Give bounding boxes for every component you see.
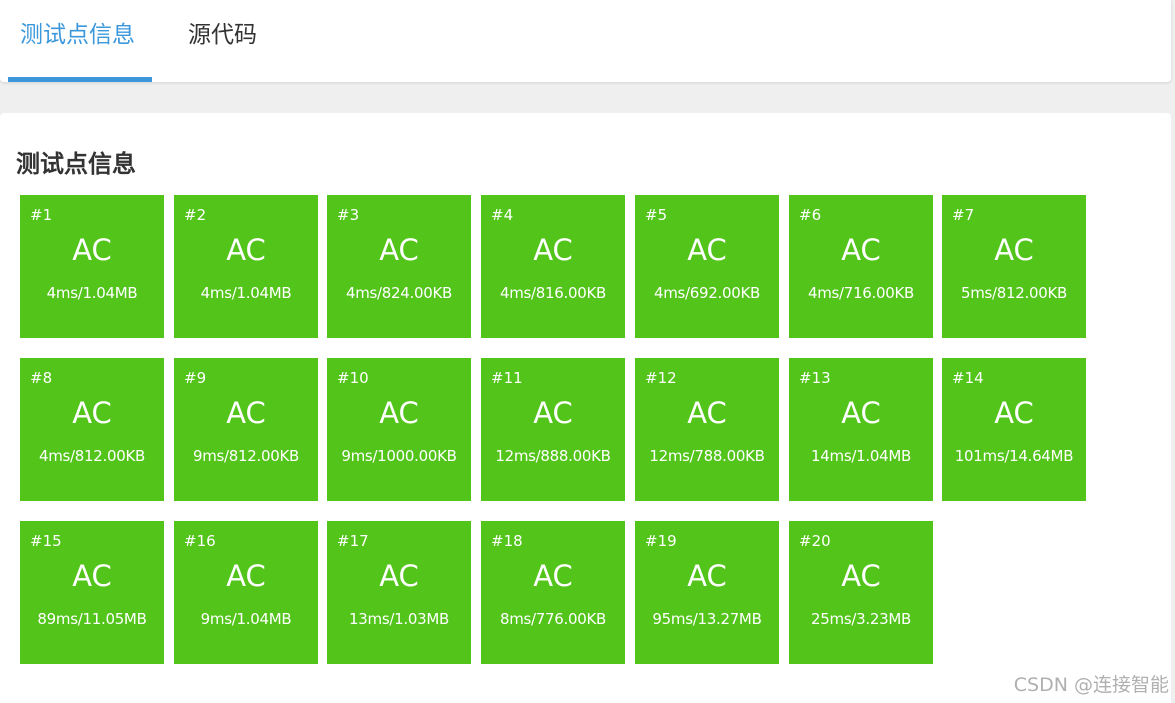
testcase-status: AC	[687, 396, 727, 430]
testcase-status: AC	[841, 233, 881, 267]
testcase-tile[interactable]: #20 AC 25ms/3.23MB	[789, 521, 933, 664]
tab-source-code[interactable]: 源代码	[188, 0, 257, 82]
testcase-tile[interactable]: #2 AC 4ms/1.04MB	[174, 195, 318, 338]
testcase-status: AC	[533, 233, 573, 267]
testcase-tile[interactable]: #4 AC 4ms/816.00KB	[481, 195, 625, 338]
testcase-status: AC	[379, 233, 419, 267]
testcase-id: #17	[337, 532, 369, 550]
testcase-id: #18	[491, 532, 523, 550]
testcase-id: #6	[799, 206, 822, 224]
testcase-status: AC	[72, 396, 112, 430]
testcase-metrics: 12ms/788.00KB	[649, 447, 765, 465]
testcase-status: AC	[533, 559, 573, 593]
testcase-tile[interactable]: #1 AC 4ms/1.04MB	[20, 195, 164, 338]
testcase-id: #1	[30, 206, 53, 224]
testcase-metrics: 25ms/3.23MB	[811, 610, 911, 628]
testcase-metrics: 4ms/816.00KB	[499, 284, 607, 302]
watermark: CSDN @连接智能	[1013, 674, 1169, 696]
testcase-tile[interactable]: #10 AC 9ms/1000.00KB	[327, 358, 471, 501]
testcase-metrics: 89ms/11.05MB	[37, 610, 147, 628]
testcase-metrics: 12ms/888.00KB	[495, 447, 611, 465]
tab-test-points[interactable]: 测试点信息	[20, 0, 135, 82]
testcase-id: #7	[952, 206, 975, 224]
testcase-metrics: 5ms/812.00KB	[960, 284, 1068, 302]
testcase-id: #13	[799, 369, 831, 387]
testcase-status: AC	[226, 233, 266, 267]
testcase-tile[interactable]: #6 AC 4ms/716.00KB	[789, 195, 933, 338]
testcase-tile[interactable]: #9 AC 9ms/812.00KB	[174, 358, 318, 501]
testcase-id: #9	[184, 369, 207, 387]
testcase-id: #19	[645, 532, 677, 550]
testcase-id: #4	[491, 206, 514, 224]
testcase-metrics: 9ms/812.00KB	[192, 447, 300, 465]
testcase-tile[interactable]: #3 AC 4ms/824.00KB	[327, 195, 471, 338]
testcase-tile[interactable]: #17 AC 13ms/1.03MB	[327, 521, 471, 664]
testcase-metrics: 4ms/716.00KB	[807, 284, 915, 302]
testcase-id: #8	[30, 369, 53, 387]
testcase-id: #3	[337, 206, 360, 224]
testcase-tile[interactable]: #13 AC 14ms/1.04MB	[789, 358, 933, 501]
section-title: 测试点信息	[16, 150, 136, 178]
testcase-metrics: 95ms/13.27MB	[652, 610, 762, 628]
testcase-status: AC	[841, 559, 881, 593]
testcase-metrics: 4ms/1.04MB	[46, 284, 138, 302]
testcase-status: AC	[687, 233, 727, 267]
testcase-metrics: 13ms/1.03MB	[349, 610, 449, 628]
testcase-id: #16	[184, 532, 216, 550]
testcase-tile[interactable]: #5 AC 4ms/692.00KB	[635, 195, 779, 338]
testcase-metrics: 4ms/812.00KB	[38, 447, 146, 465]
testcase-tile[interactable]: #7 AC 5ms/812.00KB	[942, 195, 1086, 338]
testcase-id: #15	[30, 532, 62, 550]
testcase-id: #12	[645, 369, 677, 387]
testcase-metrics: 8ms/776.00KB	[499, 610, 607, 628]
testcase-tile[interactable]: #19 AC 95ms/13.27MB	[635, 521, 779, 664]
testcase-tile[interactable]: #18 AC 8ms/776.00KB	[481, 521, 625, 664]
testcase-metrics: 101ms/14.64MB	[954, 447, 1074, 465]
testcase-status: AC	[226, 396, 266, 430]
testcase-id: #14	[952, 369, 984, 387]
testcase-metrics: 4ms/824.00KB	[345, 284, 453, 302]
testcase-status: AC	[687, 559, 727, 593]
testcase-status: AC	[379, 396, 419, 430]
testcase-metrics: 4ms/1.04MB	[200, 284, 292, 302]
testcase-tile[interactable]: #14 AC 101ms/14.64MB	[942, 358, 1086, 501]
testcase-status: AC	[72, 233, 112, 267]
testcase-id: #11	[491, 369, 523, 387]
testcase-tile[interactable]: #16 AC 9ms/1.04MB	[174, 521, 318, 664]
tab-bar: 测试点信息 源代码	[0, 0, 1171, 82]
testcase-status: AC	[226, 559, 266, 593]
testcase-metrics: 4ms/692.00KB	[653, 284, 761, 302]
testcase-id: #10	[337, 369, 369, 387]
testcase-tile[interactable]: #8 AC 4ms/812.00KB	[20, 358, 164, 501]
testcase-metrics: 9ms/1.04MB	[200, 610, 292, 628]
testcase-metrics: 14ms/1.04MB	[811, 447, 911, 465]
testcase-metrics: 9ms/1000.00KB	[341, 447, 457, 465]
testcase-id: #2	[184, 206, 207, 224]
testcase-status: AC	[994, 233, 1034, 267]
active-tab-indicator	[8, 77, 152, 82]
testcase-tile[interactable]: #12 AC 12ms/788.00KB	[635, 358, 779, 501]
testcase-id: #5	[645, 206, 668, 224]
testcase-status: AC	[533, 396, 573, 430]
testcase-tile[interactable]: #11 AC 12ms/888.00KB	[481, 358, 625, 501]
testcase-status: AC	[841, 396, 881, 430]
testcase-id: #20	[799, 532, 831, 550]
testcase-tile[interactable]: #15 AC 89ms/11.05MB	[20, 521, 164, 664]
testcase-status: AC	[72, 559, 112, 593]
testcase-status: AC	[379, 559, 419, 593]
testcase-status: AC	[994, 396, 1034, 430]
